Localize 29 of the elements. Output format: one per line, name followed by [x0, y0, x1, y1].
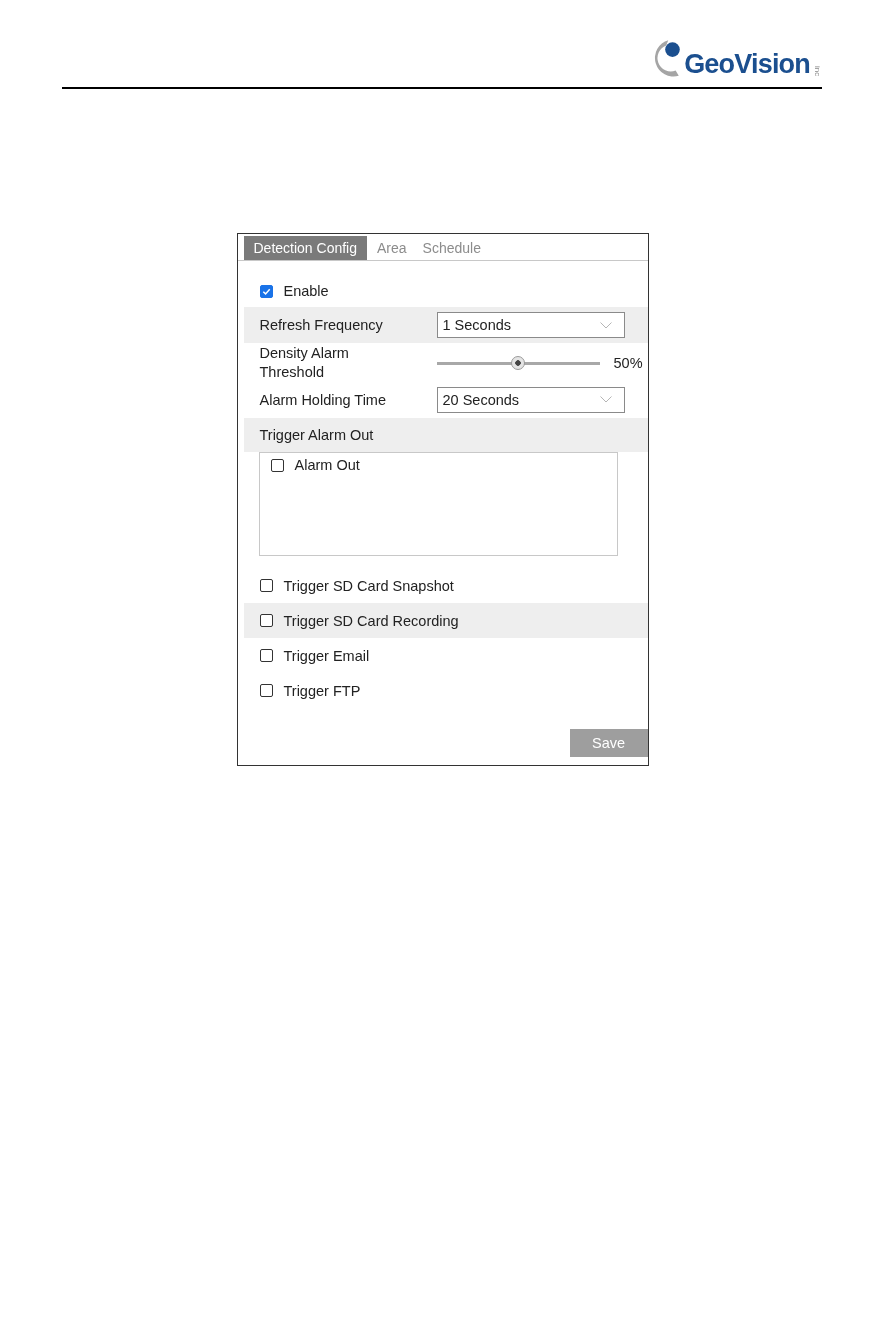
- tab[interactable]: Schedule: [412, 236, 487, 260]
- logo-text: GeoVision: [684, 49, 810, 79]
- checkbox[interactable]: [259, 649, 273, 662]
- checkbox-label: Trigger FTP: [283, 682, 361, 699]
- slider-value: 50%: [613, 355, 643, 371]
- checkbox[interactable]: [259, 684, 273, 697]
- slider-thumb[interactable]: [511, 356, 525, 370]
- field-label: Alarm Holding Time: [259, 391, 387, 408]
- checkbox-label: Trigger SD Card Snapshot: [283, 577, 454, 594]
- checkbox-label: Trigger Email: [283, 647, 370, 664]
- tab[interactable]: Detection Config: [243, 236, 367, 260]
- checkbox[interactable]: [259, 284, 273, 298]
- alarm-output-list[interactable]: Alarm Out: [258, 452, 618, 556]
- chevron-down-icon: [599, 396, 612, 403]
- checkbox[interactable]: [259, 614, 273, 627]
- section-title: Trigger Alarm Out: [259, 427, 374, 443]
- checkbox[interactable]: [270, 458, 284, 472]
- field-label: Density Alarm Threshold: [259, 344, 350, 382]
- save-button[interactable]: Save: [569, 729, 648, 757]
- dropdown[interactable]: 20 Seconds: [436, 386, 625, 413]
- checkbox-label: Trigger SD Card Recording: [283, 612, 459, 629]
- tab[interactable]: Area: [367, 236, 413, 260]
- logo-suffix: inc: [813, 65, 822, 76]
- checkbox-label: Enable: [283, 283, 329, 299]
- checkbox-label: Alarm Out: [294, 457, 360, 473]
- field-label: Refresh Frequency: [259, 317, 384, 333]
- chevron-down-icon: [599, 321, 612, 329]
- dropdown[interactable]: 1 Seconds: [436, 312, 625, 338]
- checkbox[interactable]: [259, 579, 273, 592]
